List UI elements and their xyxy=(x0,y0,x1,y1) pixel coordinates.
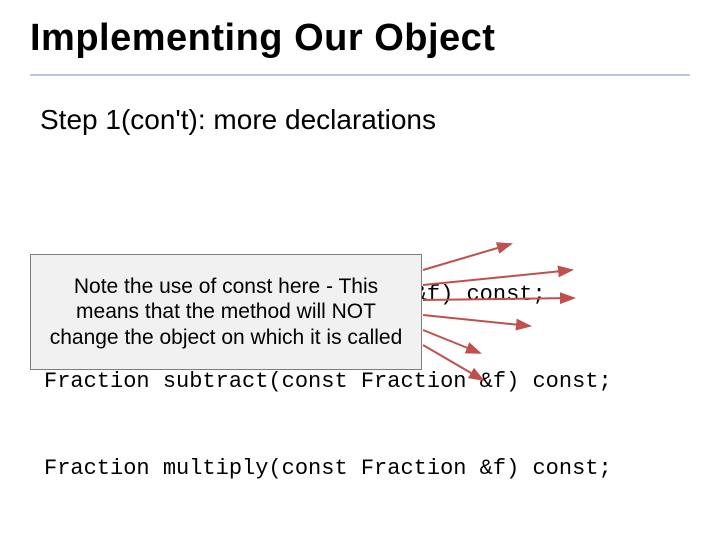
slide-title: Implementing Our Object xyxy=(0,0,720,66)
code-line: Fraction multiply(const Fraction &f) con… xyxy=(44,454,612,483)
slide-subtitle: Step 1(con't): more declarations xyxy=(0,76,720,136)
callout-box: Note the use of const here - This means … xyxy=(30,254,422,370)
slide: Implementing Our Object Step 1(con't): m… xyxy=(0,0,720,540)
callout-text: Note the use of const here - This means … xyxy=(41,274,411,351)
code-line: Fraction subtract(const Fraction &f) con… xyxy=(44,367,612,396)
